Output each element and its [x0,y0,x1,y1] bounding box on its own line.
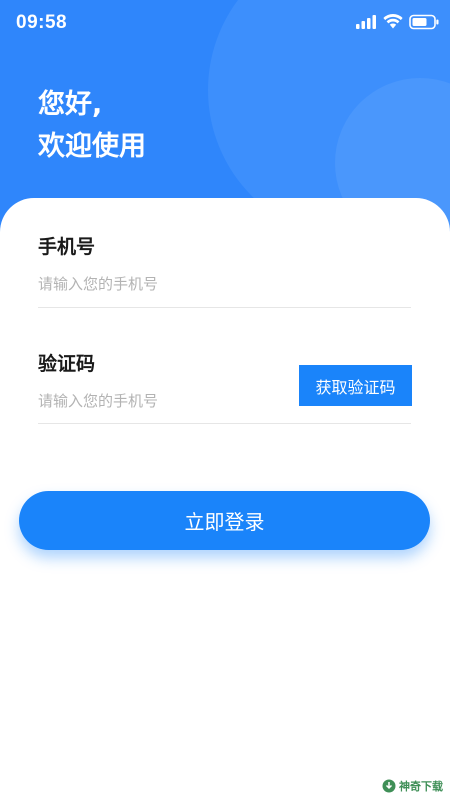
status-time: 09:58 [16,12,68,33]
code-label: 验证码 [38,353,96,375]
battery-icon [409,14,439,30]
greeting-line-2: 欢迎使用 [38,131,146,162]
watermark-text: 神奇下载 [399,780,443,793]
login-button[interactable]: 立即登录 [19,491,430,550]
phone-divider [38,307,411,308]
phone-label: 手机号 [38,236,96,258]
status-bar: 09:58 [0,0,450,46]
watermark: 神奇下载 [382,778,443,794]
download-logo-icon [382,779,396,793]
greeting: 您好, 欢迎使用 [38,84,146,168]
get-code-button[interactable]: 获取验证码 [299,365,412,406]
greeting-line-1: 您好, [38,89,103,120]
code-input[interactable] [38,387,288,415]
code-divider [38,423,411,424]
phone-input[interactable] [38,270,408,298]
wifi-icon [383,13,403,29]
signal-icon [356,15,376,29]
